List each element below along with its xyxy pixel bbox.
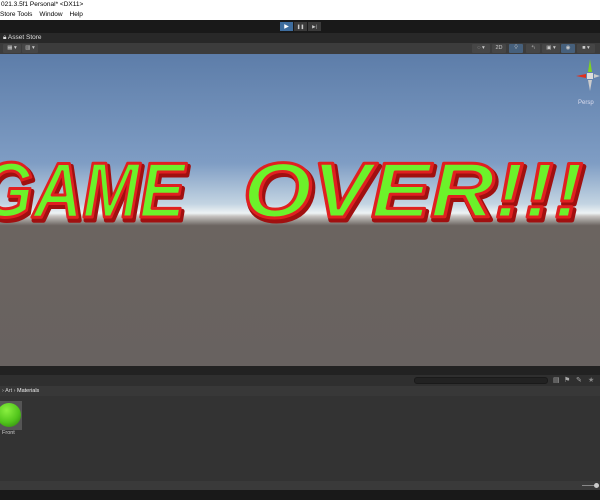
game-over-text: GAME GAME OVER!!! OVER!!! Persp — [0, 59, 600, 240]
hidden-objects-icon[interactable]: ◉ — [561, 44, 575, 53]
grid-dropdown[interactable]: ▥ ▾ — [22, 44, 38, 53]
breadcrumb: › Art › Materials — [0, 386, 600, 396]
breadcrumb-materials[interactable]: Materials — [17, 388, 39, 394]
asset-grid: Front — [0, 396, 600, 481]
tab-asset-store[interactable]: Asset Store — [8, 34, 42, 41]
breadcrumb-art[interactable]: Art — [5, 388, 12, 394]
slider-handle[interactable] — [594, 483, 599, 488]
menu-bar: Store Tools Window Help — [0, 9, 600, 20]
window-title: 021.3.5f1 Personal* <DX11> — [0, 0, 600, 9]
menu-store-tools[interactable]: Store Tools — [0, 9, 32, 20]
project-footer — [0, 481, 600, 490]
orientation-gizmo[interactable] — [576, 59, 600, 91]
filter-type-icon[interactable]: ▤ — [553, 376, 560, 384]
divider — [0, 366, 600, 375]
draw-mode-dropdown[interactable]: ▦ ▾ — [3, 44, 21, 53]
filter-label-icon[interactable]: ⚑ — [564, 376, 570, 384]
asset-label: Front — [2, 430, 15, 436]
camera-dropdown[interactable]: ■ ▾ — [577, 44, 595, 53]
tag-icon[interactable]: ✎ — [576, 376, 582, 384]
effects-dropdown[interactable]: ▣ ▾ — [542, 44, 560, 53]
lighting-toggle-icon[interactable]: 💡︎ — [509, 44, 523, 53]
pause-button[interactable]: ❚❚ — [294, 22, 307, 31]
project-toolbar: ▤ ⚑ ✎ ★ — [0, 375, 600, 386]
over-text: OVER!!! — [243, 146, 583, 234]
play-button[interactable]: ▶ — [280, 22, 293, 31]
material-sphere-icon — [0, 403, 21, 427]
search-input[interactable] — [414, 377, 548, 384]
asset-front[interactable] — [0, 401, 22, 430]
menu-window[interactable]: Window — [39, 9, 62, 20]
game-text: GAME — [0, 146, 187, 234]
toggle-2d-button[interactable]: 2D — [492, 44, 506, 53]
star-icon[interactable]: ★ — [588, 376, 594, 384]
scene-view[interactable]: GAME GAME OVER!!! OVER!!! Persp — [0, 54, 600, 366]
tab-bar: 🔒︎ Asset Store — [0, 33, 600, 43]
audio-toggle-icon[interactable]: ⁴ₗ — [526, 44, 540, 53]
step-button[interactable]: ▶| — [308, 22, 321, 31]
main-toolbar: ▶ ❚❚ ▶| — [0, 20, 600, 33]
render-mode-dropdown[interactable]: ◌ ▾ — [472, 44, 490, 53]
menu-help[interactable]: Help — [70, 9, 83, 20]
scene-toolbar: ▦ ▾ ▥ ▾ ◌ ▾ 2D 💡︎ ⁴ₗ ▣ ▾ ◉ ■ ▾ — [0, 43, 600, 54]
lock-icon: 🔒︎ — [3, 34, 7, 41]
perspective-label[interactable]: Persp — [578, 100, 594, 106]
